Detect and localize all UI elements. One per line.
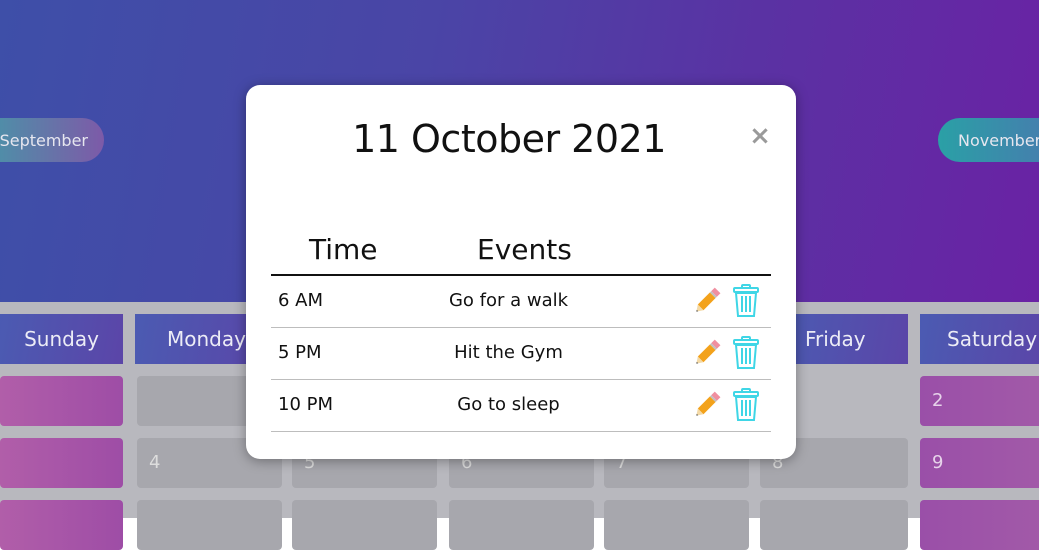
event-time: 5 PM [278, 342, 322, 363]
event-modal: 11 October 2021 × Time Events 6 AM Go fo… [246, 85, 796, 459]
trash-icon[interactable] [732, 388, 760, 422]
event-time: 10 PM [278, 394, 334, 415]
event-row: 10 PM Go to sleep [271, 380, 771, 432]
column-header-events: Events [477, 233, 572, 266]
pencil-icon[interactable] [691, 337, 723, 369]
close-button[interactable]: × [749, 123, 771, 149]
event-row: 5 PM Hit the Gym [271, 328, 771, 380]
trash-icon[interactable] [732, 336, 760, 370]
trash-icon[interactable] [732, 284, 760, 318]
event-title: Go to sleep [457, 394, 560, 415]
modal-title: 11 October 2021 [352, 117, 666, 161]
event-title: Go for a walk [448, 290, 569, 311]
column-header-time: Time [309, 233, 378, 266]
pencil-icon[interactable] [691, 285, 723, 317]
pencil-icon[interactable] [691, 389, 723, 421]
event-title: Hit the Gym [454, 342, 563, 363]
event-time: 6 AM [278, 290, 324, 311]
event-row: 6 AM Go for a walk [271, 276, 771, 328]
